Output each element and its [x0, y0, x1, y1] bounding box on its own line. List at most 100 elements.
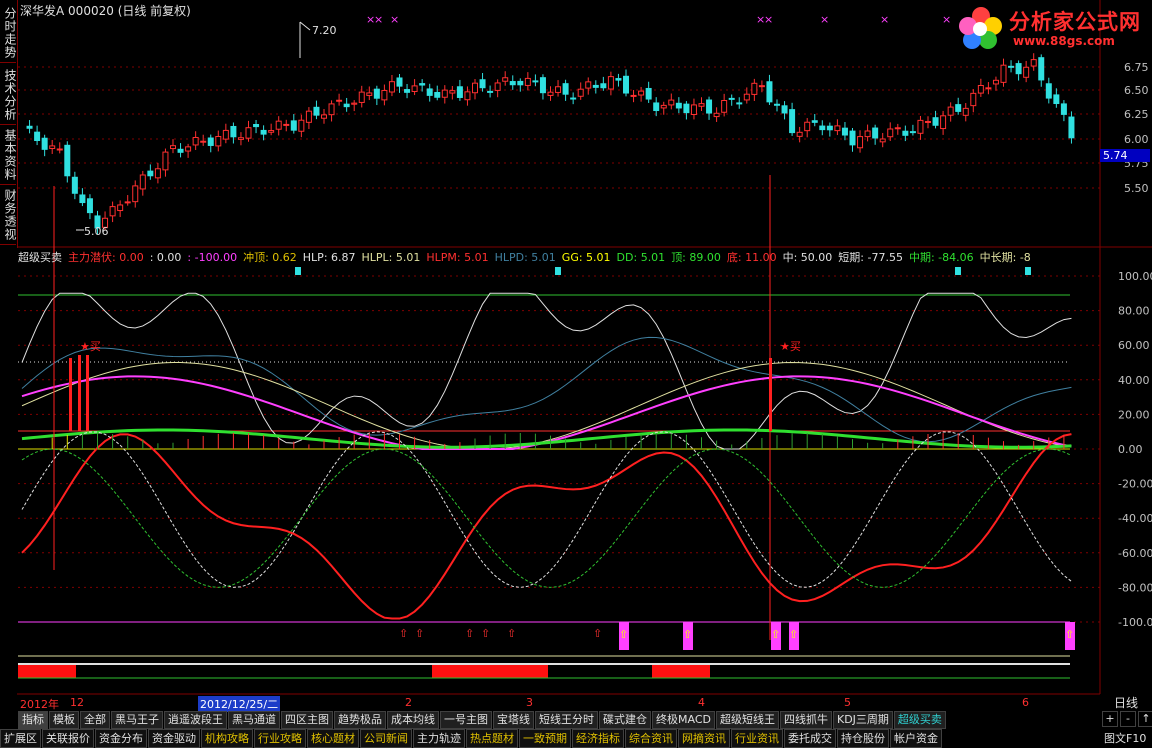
yellow-arrow-signal: ⇧ [683, 628, 692, 641]
formula-tab-12[interactable]: 碟式建仓 [599, 711, 651, 729]
formula-tab-11[interactable]: 短线王分时 [535, 711, 598, 729]
candle-body [509, 81, 516, 86]
magenta-line [21, 375, 1072, 450]
candle-body [222, 129, 229, 140]
candle-body [992, 79, 999, 85]
zoom-out-button[interactable]: - [1120, 711, 1136, 727]
sidebar-tab-2[interactable]: 基本资料 [0, 126, 17, 185]
candle-body [245, 127, 252, 139]
info-tab-6[interactable]: 核心题材 [307, 729, 359, 748]
formula-tab-6[interactable]: 四区主图 [281, 711, 333, 729]
date-month-4: 4 [698, 696, 705, 709]
info-tab-15[interactable]: 委托成交 [784, 729, 836, 748]
candle-body [275, 120, 282, 130]
formula-tab-14[interactable]: 超级短线王 [715, 711, 779, 729]
up-arrow-signal: ⇧ [415, 627, 424, 640]
candle-body [736, 102, 743, 105]
candle-body [645, 87, 652, 100]
date-axis: 2012年 12 2012/12/25/二 2 3 4 5 6 [18, 696, 1100, 712]
red-band-segment [432, 664, 548, 678]
info-tab-1[interactable]: 关联报价 [42, 729, 94, 748]
period-selector[interactable]: 日线 [1102, 694, 1150, 711]
formula-tab-9[interactable]: 一号主图 [440, 711, 492, 729]
indicator-value-5: HLPL: 5.01 [361, 251, 421, 264]
candle-body [909, 131, 916, 134]
sidebar-tab-0[interactable]: 分时走势 [0, 4, 17, 63]
candle-body [698, 103, 705, 107]
candle-body [426, 88, 433, 96]
formula-tab-13[interactable]: 终极MACD [652, 711, 715, 729]
buy-signal-1b-bar [78, 355, 81, 431]
sidebar-tab-3[interactable]: 财务透视 [0, 186, 17, 245]
candle-body [434, 91, 441, 98]
formula-tab-4[interactable]: 逍遥波段王 [164, 711, 227, 729]
formula-tabs: 指标 模板 全部 黑马王子 逍遥波段王 黑马通道 四区主图 趋势极品 成本均线 一号主图 宝塔线 短线… [18, 711, 947, 729]
candle-body [487, 90, 494, 93]
candle-body [751, 82, 758, 95]
date-month-12: 12 [70, 696, 84, 709]
candle-body [404, 89, 411, 93]
ex-mark: × [880, 13, 889, 26]
formula-tab-8[interactable]: 成本均线 [387, 711, 439, 729]
formula-tab-10[interactable]: 宝塔线 [493, 711, 534, 729]
f10-button[interactable]: 图文F10 [1104, 730, 1146, 746]
stock-code: 000020 [68, 4, 114, 18]
formula-tab-16[interactable]: KDJ三周期 [832, 711, 893, 729]
info-tab-2[interactable]: 资金分布 [95, 729, 147, 748]
info-tab-5[interactable]: 行业攻略 [254, 729, 306, 748]
zoom-in-button[interactable]: + [1102, 711, 1118, 727]
info-tab-11[interactable]: 经济指标 [572, 729, 624, 748]
info-tab-13[interactable]: 网摘资讯 [678, 729, 730, 748]
ex-mark: × [820, 13, 829, 26]
info-tab-3[interactable]: 资金驱动 [148, 729, 200, 748]
nav-buttons: + - ↑ [1100, 711, 1152, 727]
candle-body [154, 168, 161, 179]
scroll-up-button[interactable]: ↑ [1138, 711, 1152, 727]
candle-body [690, 104, 697, 115]
formula-tab-1[interactable]: 模板 [49, 711, 79, 729]
formula-tab-3[interactable]: 黑马王子 [111, 711, 163, 729]
indicator-name: 超级买卖 [18, 251, 62, 264]
blue-line [21, 336, 1072, 443]
ex-mark: × [390, 13, 399, 26]
candle-body [1053, 94, 1060, 105]
candlestick-group [26, 53, 1075, 235]
candle-body [132, 185, 139, 203]
formula-tab-17[interactable]: 超级买卖 [893, 711, 946, 729]
formula-tab-7[interactable]: 趋势极品 [334, 711, 386, 729]
formula-tab-2[interactable]: 全部 [80, 711, 110, 729]
yellow-arrow-signal: ⇧ [771, 628, 780, 641]
candle-body [894, 127, 901, 130]
candle-body [721, 100, 728, 113]
candle-body [706, 99, 713, 114]
chart-canvas[interactable]: 6.756.506.256.005.755.507.205.06×× × ×× × × ×… [0, 0, 1152, 748]
ex-mark: × [764, 13, 773, 26]
sidebar-tab-1[interactable]: 技术分析 [0, 66, 17, 125]
info-tab-8[interactable]: 主力轨迹 [413, 729, 465, 748]
candle-body [638, 90, 645, 96]
info-tab-17[interactable]: 帐户资金 [890, 729, 942, 748]
buy-signal-1c-bar [86, 355, 89, 431]
info-tab-10[interactable]: 一致预期 [519, 729, 571, 748]
info-tab-4[interactable]: 机构攻略 [201, 729, 253, 748]
candle-body [562, 83, 569, 95]
ind-axis-label: 20.00 [1118, 408, 1150, 421]
buy-signal-1-label: ★买 [80, 340, 101, 353]
formula-tab-5[interactable]: 黑马通道 [228, 711, 280, 729]
formula-tab-15[interactable]: 四线抓牛 [779, 711, 832, 729]
ind-axis-label: 60.00 [1118, 339, 1150, 352]
candle-body [940, 115, 947, 130]
info-tab-16[interactable]: 持仓股份 [837, 729, 889, 748]
candle-body [766, 81, 773, 103]
candle-body [177, 148, 184, 153]
formula-tab-0[interactable]: 指标 [18, 711, 48, 729]
ind-axis-label: 80.00 [1118, 305, 1150, 318]
info-tab-0[interactable]: 扩展区 [0, 729, 41, 748]
candle-body [388, 81, 395, 93]
indicator-value-7: HLPD: 5.01 [494, 251, 556, 264]
red-band-segment [652, 664, 710, 678]
info-tab-12[interactable]: 综合资讯 [625, 729, 677, 748]
info-tab-14[interactable]: 行业资讯 [731, 729, 783, 748]
info-tab-9[interactable]: 热点题材 [466, 729, 518, 748]
info-tab-7[interactable]: 公司新闻 [360, 729, 412, 748]
